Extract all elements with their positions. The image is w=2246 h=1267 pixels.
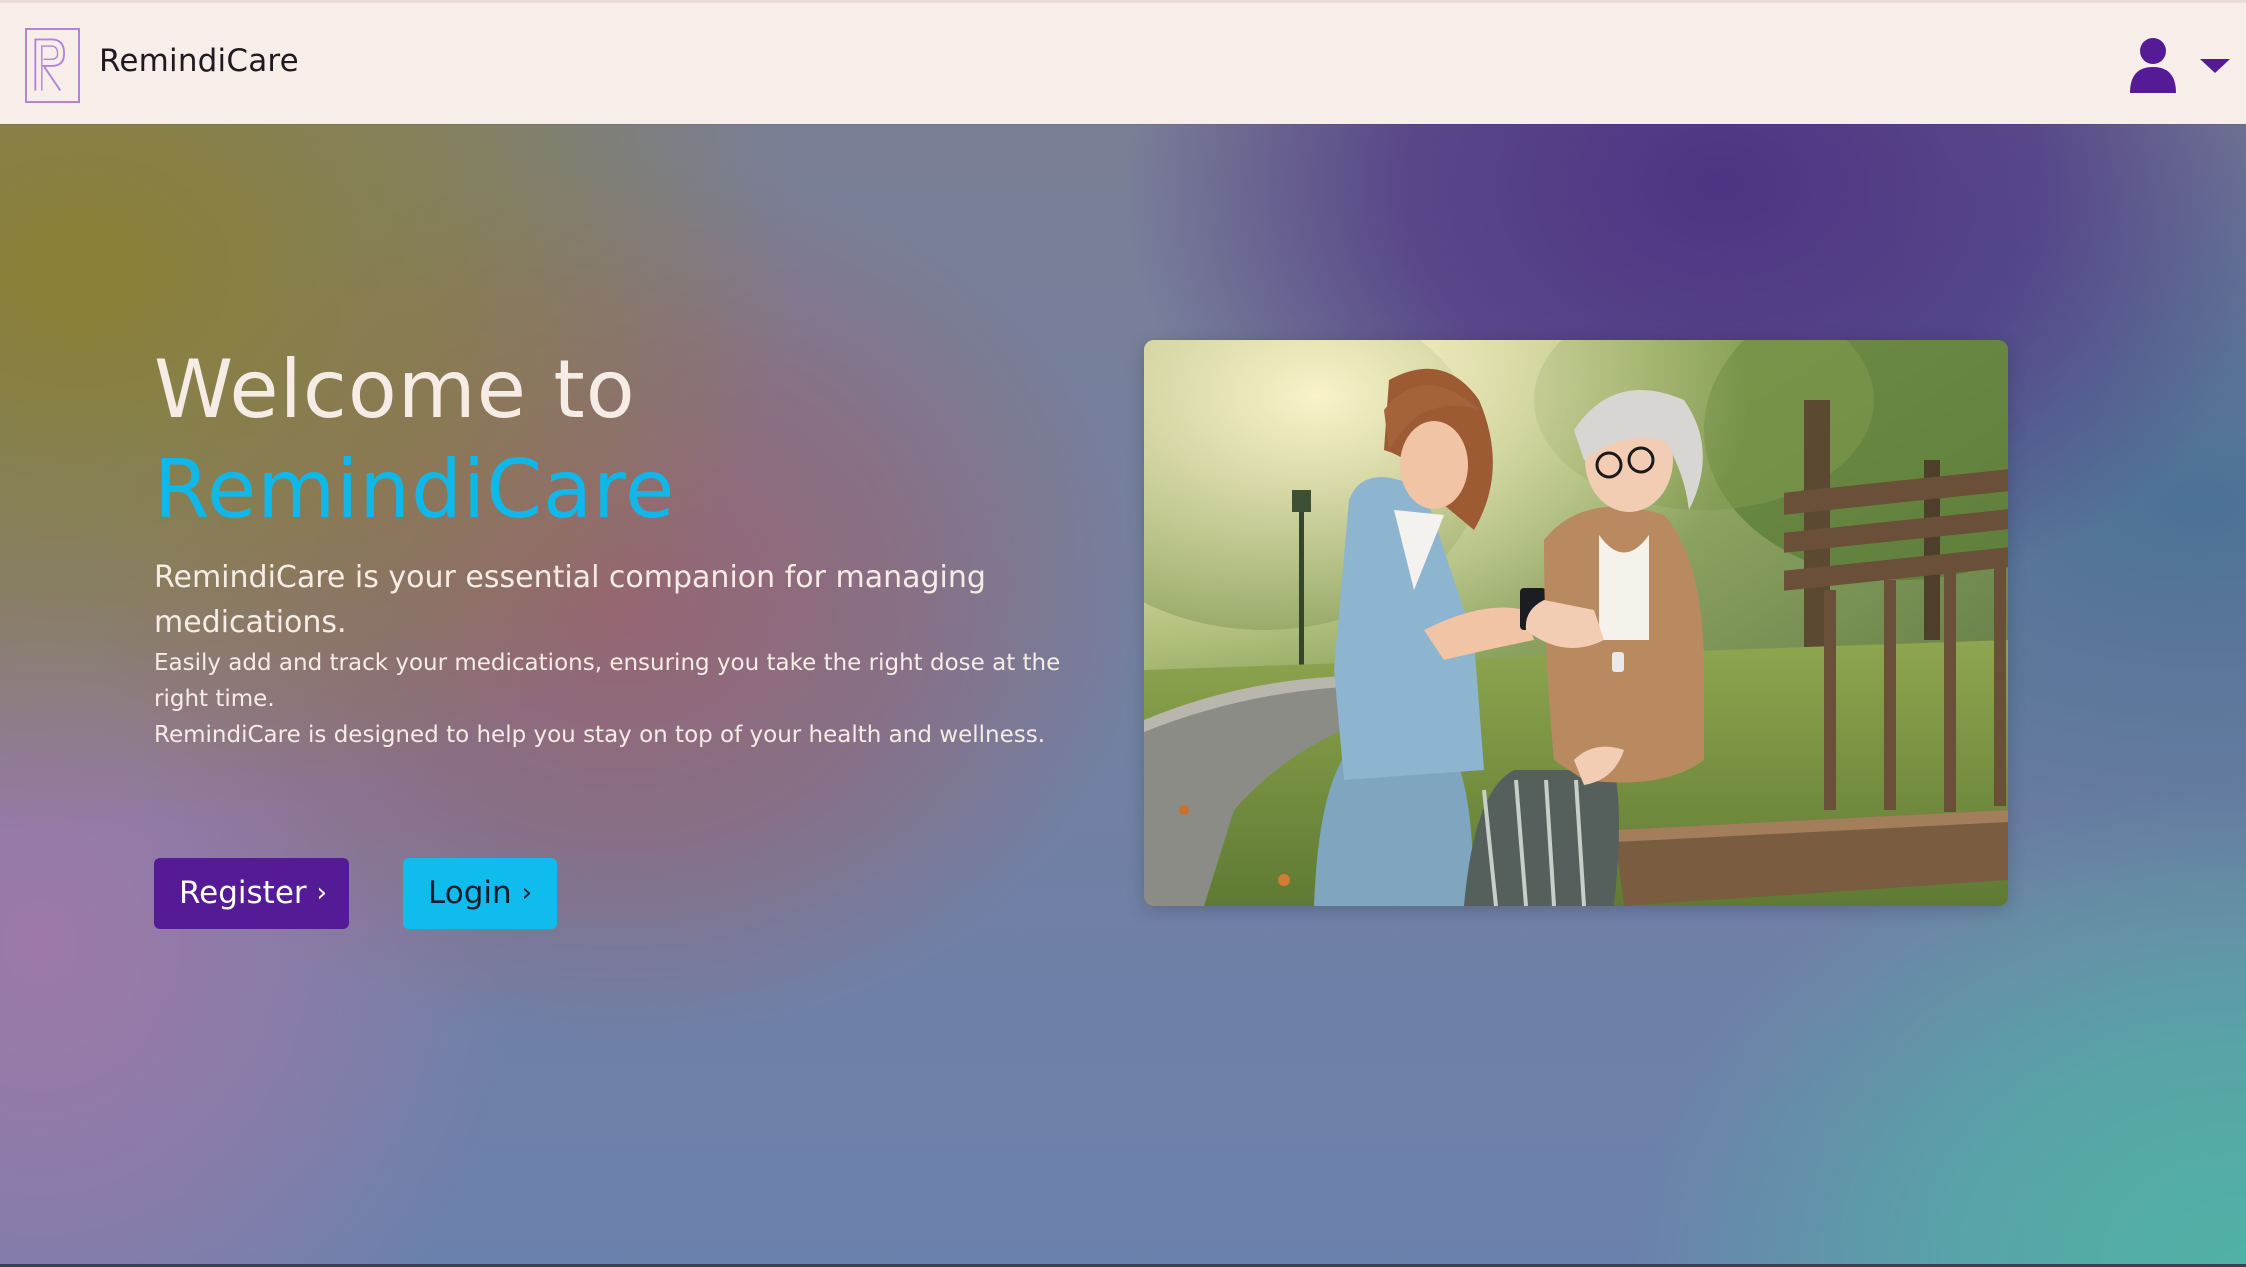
login-button-label: Login [428,875,512,911]
hero-description: Easily add and track your medications, e… [154,645,1114,753]
user-icon [2130,38,2176,93]
register-button[interactable]: Register › [154,858,349,929]
user-menu-toggle[interactable] [2128,37,2230,93]
brand-name[interactable]: RemindiCare [99,43,299,79]
caret-down-icon [2200,59,2230,73]
chevron-right-icon: › [521,878,533,908]
hero-title-line1: Welcome to [154,343,636,436]
hero-title-brand: RemindiCare [154,443,676,536]
register-button-label: Register [179,875,307,911]
hero-description-line1: Easily add and track your medications, e… [154,650,1061,712]
top-navbar: RemindiCare [0,0,2246,124]
remindicare-logo-icon[interactable] [25,28,80,103]
hero-title: Welcome to RemindiCare [154,340,675,540]
hero-description-line2: RemindiCare is designed to help you stay… [154,722,1046,748]
remindicare-home: RemindiCare Welcome to RemindiCare Remin… [0,0,2246,1267]
login-button[interactable]: Login › [403,858,557,929]
chevron-right-icon: › [316,878,328,908]
hero-illustration [1144,340,2008,906]
hero-lead-text: RemindiCare is your essential companion … [154,560,986,640]
